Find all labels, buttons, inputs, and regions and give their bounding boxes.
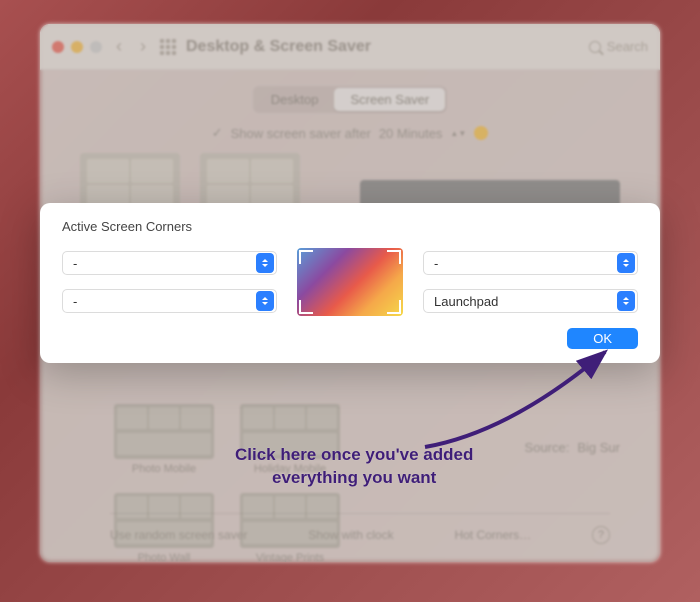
corners-row: - - - Launchpad bbox=[62, 248, 638, 316]
corner-marker-icon bbox=[299, 250, 313, 264]
corners-right-col: - Launchpad bbox=[423, 251, 638, 313]
updown-icon bbox=[256, 291, 274, 311]
corner-bottom-left-value: - bbox=[73, 294, 77, 309]
updown-icon bbox=[256, 253, 274, 273]
corner-bottom-right-select[interactable]: Launchpad bbox=[423, 289, 638, 313]
callout-line: Click here once you've added bbox=[235, 444, 473, 467]
corner-marker-icon bbox=[387, 250, 401, 264]
corner-top-left-value: - bbox=[73, 256, 77, 271]
updown-icon bbox=[617, 291, 635, 311]
corners-display-preview bbox=[297, 248, 403, 316]
dialog-button-row: OK bbox=[62, 328, 638, 349]
corner-marker-icon bbox=[387, 300, 401, 314]
corner-bottom-right-value: Launchpad bbox=[434, 294, 498, 309]
corner-top-left-select[interactable]: - bbox=[62, 251, 277, 275]
corner-top-right-select[interactable]: - bbox=[423, 251, 638, 275]
corner-bottom-left-select[interactable]: - bbox=[62, 289, 277, 313]
hot-corners-dialog: Active Screen Corners - - - L bbox=[40, 203, 660, 363]
corners-left-col: - - bbox=[62, 251, 277, 313]
updown-icon bbox=[617, 253, 635, 273]
callout-line: everything you want bbox=[235, 467, 473, 490]
corner-top-right-value: - bbox=[434, 256, 438, 271]
dialog-title: Active Screen Corners bbox=[62, 219, 638, 234]
corner-marker-icon bbox=[299, 300, 313, 314]
annotation-callout: Click here once you've added everything … bbox=[235, 444, 473, 490]
ok-button[interactable]: OK bbox=[567, 328, 638, 349]
